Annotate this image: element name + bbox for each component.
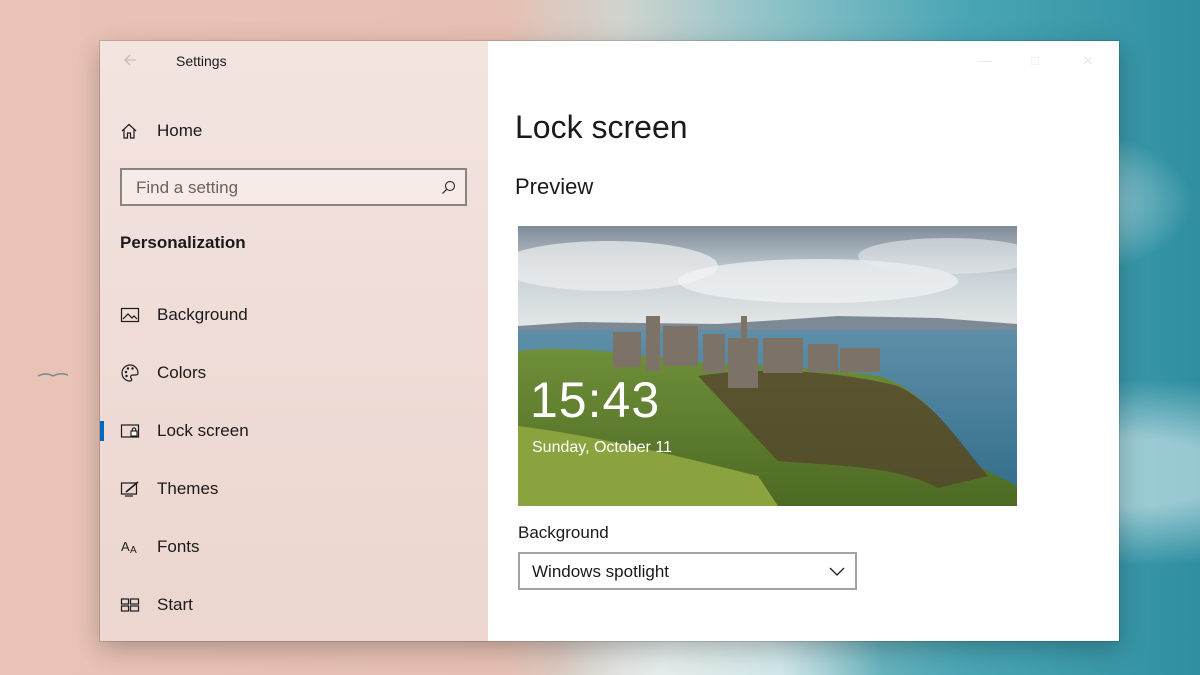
search-icon[interactable] [441,180,456,195]
fonts-icon: AA [120,537,140,557]
settings-window: Settings Home Personalization Background [100,41,1119,641]
lock-screen-preview: 15:43 Sunday, October 11 [518,226,1017,506]
preview-date: Sunday, October 11 [532,439,672,456]
back-arrow-icon[interactable] [122,52,138,68]
nav-item-start[interactable]: Start [100,585,488,625]
nav-item-themes[interactable]: Themes [100,469,488,509]
search-input[interactable] [134,170,438,206]
minimize-icon[interactable]: — [975,53,995,69]
nav-item-label: Background [157,305,248,324]
chevron-down-icon [829,567,845,576]
content-pane: — □ ✕ Lock screen Preview 15:43 Sunday, … [488,41,1119,641]
background-label: Background [518,523,609,542]
maximize-icon[interactable]: □ [1025,53,1045,69]
nav-item-fonts[interactable]: AA Fonts [100,527,488,567]
nav-item-label: Themes [157,479,219,498]
background-dropdown-value: Windows spotlight [532,562,670,581]
nav-item-lock-screen[interactable]: Lock screen [100,411,488,451]
nav-item-label: Lock screen [157,421,249,440]
app-title: Settings [176,53,227,69]
close-icon[interactable]: ✕ [1078,53,1098,69]
preview-landscape-image [518,226,1017,506]
nav-item-label: Colors [157,363,207,382]
bird-graphic [38,372,68,377]
svg-text:A: A [130,545,137,556]
start-icon [120,595,140,615]
page-title: Lock screen [515,109,688,145]
nav-item-background[interactable]: Background [100,295,488,335]
lock-screen-icon [120,421,140,441]
picture-icon [120,305,140,325]
svg-text:A: A [121,539,130,554]
themes-icon [120,479,140,499]
navigation-pane: Settings Home Personalization Background [100,41,488,641]
nav-item-label: Fonts [157,537,200,556]
search-box[interactable] [120,168,467,206]
home-icon [121,123,137,139]
palette-icon [120,363,140,383]
selection-indicator [100,421,104,441]
preview-heading: Preview [515,174,594,199]
section-heading: Personalization [120,233,246,252]
nav-home-label: Home [157,121,203,140]
preview-time: 15:43 [530,372,661,428]
nav-item-colors[interactable]: Colors [100,353,488,393]
nav-item-label: Start [157,595,193,614]
nav-home[interactable]: Home [120,119,202,143]
background-dropdown[interactable]: Windows spotlight [518,552,857,590]
